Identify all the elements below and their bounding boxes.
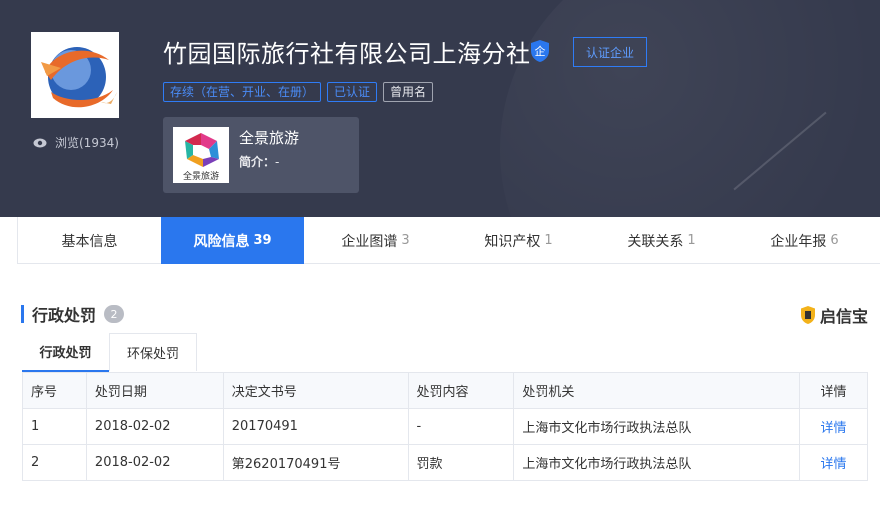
details-link[interactable]: 详情 — [799, 408, 868, 445]
section-count-badge: 2 — [104, 305, 125, 323]
column-header: 处罚日期 — [85, 372, 224, 409]
view-count: 浏览(1934) — [33, 134, 119, 151]
enterprise-verified-icon: 企 — [531, 40, 549, 62]
table-cell: 1 — [22, 408, 87, 445]
company-logo-image — [31, 32, 119, 118]
status-badge: 存续（在营、开业、在册） — [163, 82, 322, 102]
column-header: 处罚机关 — [513, 372, 801, 409]
section-title: 行政处罚 2 — [21, 302, 125, 326]
company-name: 竹园国际旅行社有限公司上海分社 — [163, 40, 531, 68]
table-cell: 上海市文化市场行政执法总队 — [513, 408, 801, 445]
brand-logo: 全景旅游 — [173, 127, 229, 183]
tab-basic-info[interactable]: 基本信息 — [18, 217, 161, 264]
column-header: 序号 — [22, 372, 87, 409]
tab-label: 关联关系 — [627, 233, 684, 250]
tab-label: 知识产权 — [484, 233, 541, 250]
table-cell: 20170491 — [222, 408, 409, 445]
subtab-administrative-penalty[interactable]: 行政处罚 — [22, 333, 109, 372]
table-cell: - — [407, 408, 515, 445]
tab-label: 基本信息 — [61, 233, 118, 250]
svg-text:全景旅游: 全景旅游 — [183, 170, 219, 182]
tab-count: 1 — [687, 233, 696, 248]
tab-label: 企业年报 — [770, 233, 827, 250]
view-count-label: 浏览(1934) — [55, 136, 119, 150]
svg-text:企: 企 — [535, 44, 546, 58]
brand-intro: 简介：- — [239, 153, 279, 170]
tab-label: 企业图谱 — [341, 233, 398, 250]
penalty-table: 序号 处罚日期 决定文书号 处罚内容 处罚机关 详情 1 2018-02-02 … — [22, 372, 868, 481]
tab-enterprise-graph[interactable]: 企业图谱 3 — [304, 217, 447, 264]
table-cell: 第2620170491号 — [222, 444, 409, 481]
tab-count: 1 — [544, 233, 553, 248]
qixinbao-brand: 启信宝 — [800, 303, 868, 327]
column-header: 决定文书号 — [222, 372, 409, 409]
tab-risk-info[interactable]: 风险信息 39 — [161, 217, 304, 264]
brand-card[interactable]: 全景旅游 全景旅游 简介：- — [163, 117, 359, 193]
brand-intro-value: - — [275, 155, 280, 169]
brand-intro-label: 简介： — [239, 155, 276, 169]
tab-label: 风险信息 — [193, 233, 250, 250]
details-link[interactable]: 详情 — [799, 444, 868, 481]
tab-count: 3 — [401, 233, 410, 248]
sub-tabs: 行政处罚 环保处罚 — [22, 333, 197, 372]
tab-annual-report[interactable]: 企业年报 6 — [733, 217, 876, 264]
tab-count: 6 — [830, 233, 839, 248]
column-header: 处罚内容 — [407, 372, 515, 409]
status-tags: 存续（在营、开业、在册） 已认证 曾用名 — [163, 82, 434, 102]
tab-count: 39 — [253, 233, 272, 248]
tab-relations[interactable]: 关联关系 1 — [590, 217, 733, 264]
section-title-bar — [21, 305, 24, 323]
table-cell: 2018-02-02 — [85, 444, 224, 481]
subtab-environmental-penalty[interactable]: 环保处罚 — [109, 333, 197, 371]
column-header: 详情 — [799, 372, 868, 409]
qixinbao-shield-icon — [800, 306, 815, 324]
main-tabs: 基本信息 风险信息 39 企业图谱 3 知识产权 1 关联关系 1 企业年报 6 — [17, 217, 880, 264]
table-cell: 2018-02-02 — [85, 408, 224, 445]
section-title-text: 行政处罚 — [32, 306, 97, 325]
former-name-badge[interactable]: 曾用名 — [383, 82, 434, 102]
table-cell: 2 — [22, 444, 87, 481]
brand-logo-image: 全景旅游 — [173, 127, 229, 183]
qixinbao-label: 启信宝 — [819, 307, 868, 326]
header-decoration — [500, 0, 880, 217]
table-header-row: 序号 处罚日期 决定文书号 处罚内容 处罚机关 详情 — [22, 372, 868, 409]
tab-intellectual-property[interactable]: 知识产权 1 — [447, 217, 590, 264]
certify-enterprise-button[interactable]: 认证企业 — [573, 37, 647, 67]
table-cell: 上海市文化市场行政执法总队 — [513, 444, 801, 481]
table-row: 2 2018-02-02 第2620170491号 罚款 上海市文化市场行政执法… — [22, 444, 868, 481]
company-logo — [31, 32, 119, 118]
brand-name: 全景旅游 — [239, 129, 300, 147]
company-header: 浏览(1934) 竹园国际旅行社有限公司上海分社 企 认证企业 存续（在营、开业… — [0, 0, 880, 217]
table-cell: 罚款 — [407, 444, 515, 481]
certified-badge: 已认证 — [327, 82, 378, 102]
eye-icon — [33, 138, 47, 147]
table-row: 1 2018-02-02 20170491 - 上海市文化市场行政执法总队 详情 — [22, 408, 868, 445]
